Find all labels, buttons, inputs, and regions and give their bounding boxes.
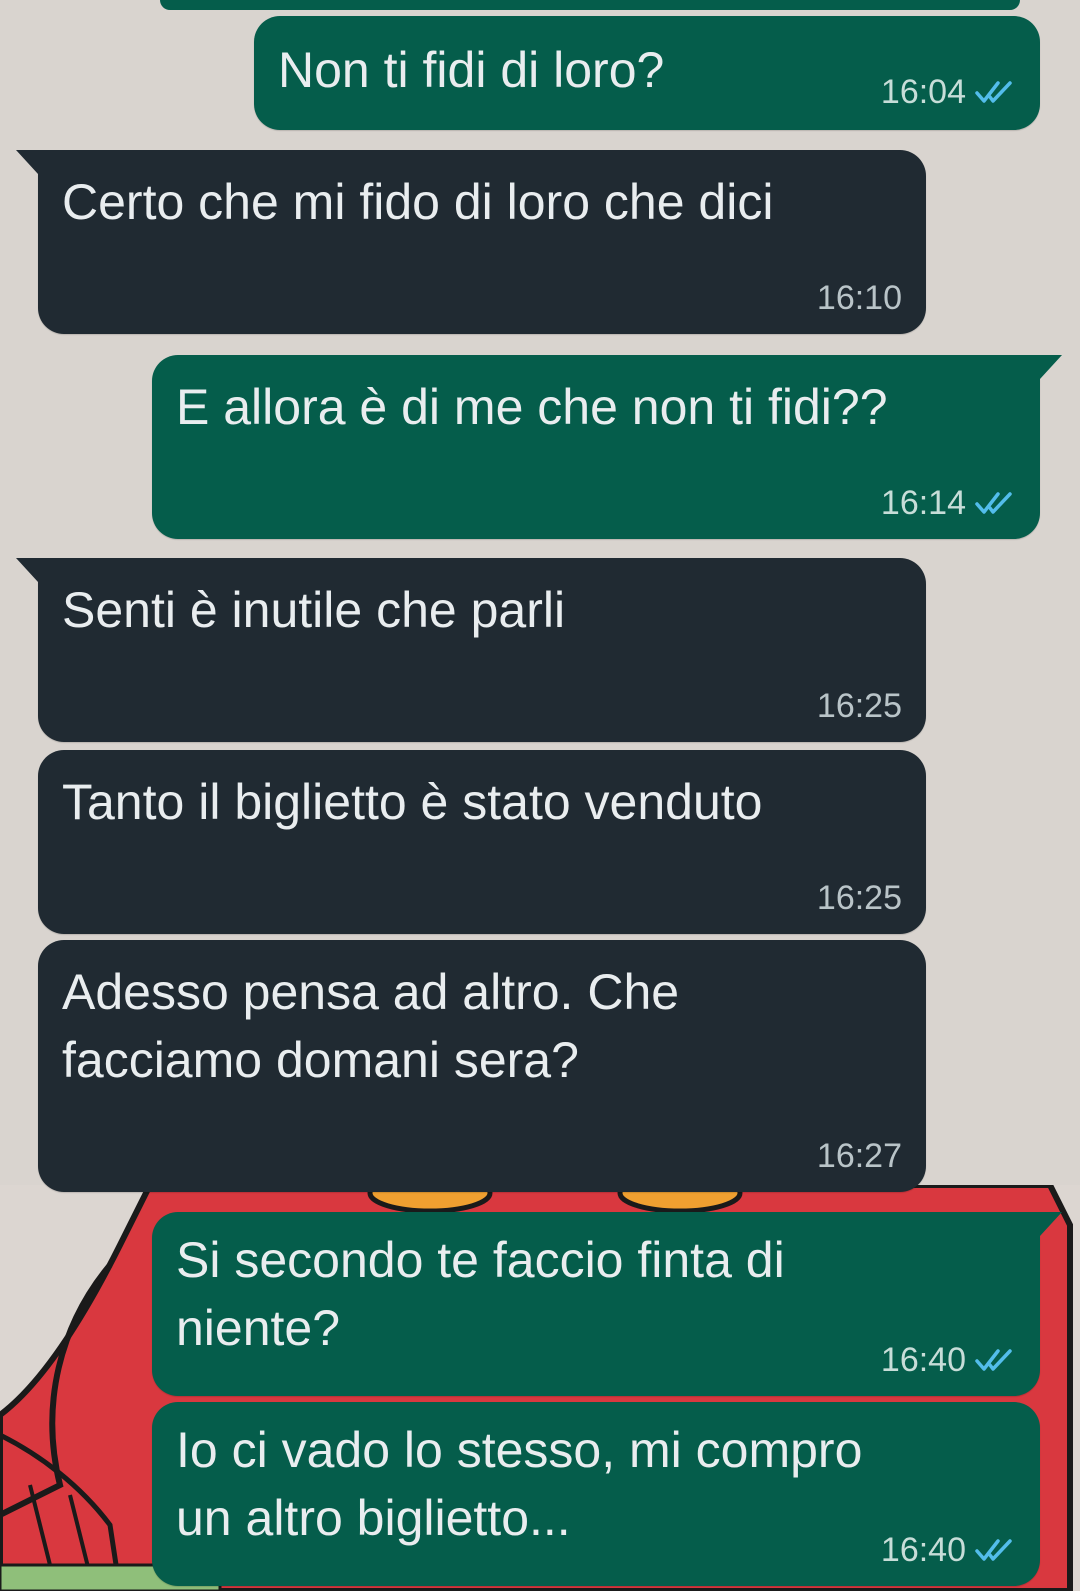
message-text: Tanto il biglietto è stato venduto xyxy=(62,774,763,830)
bubble-tail xyxy=(16,558,38,582)
bubble-tail xyxy=(1040,355,1062,379)
message-meta: 16:14 xyxy=(881,483,1016,523)
previous-message-bubble-edge xyxy=(160,0,1020,10)
message-meta: 16:04 xyxy=(881,72,1016,112)
message-meta: 16:27 xyxy=(817,1136,902,1176)
message-time: 16:10 xyxy=(816,279,902,317)
double-check-icon xyxy=(975,492,1012,514)
message-meta: 16:25 xyxy=(817,878,902,918)
message-time: 16:25 xyxy=(816,687,902,725)
message-text: Adesso pensa ad altro. Che facciamo doma… xyxy=(62,964,680,1088)
double-check-icon xyxy=(975,1349,1012,1371)
message-text: Senti è inutile che parli xyxy=(62,582,566,638)
message-bubble-incoming[interactable]: Senti è inutile che parli 16:25 xyxy=(16,558,926,742)
message-meta: 16:40 xyxy=(881,1530,1016,1570)
message-bubble-incoming[interactable]: Certo che mi fido di loro che dici 16:10 xyxy=(16,150,926,334)
message-meta: 16:10 xyxy=(817,278,902,318)
double-check-icon xyxy=(975,1539,1012,1561)
chat-conversation: Non ti fidi di loro? 16:04 Certo che mi … xyxy=(0,0,1080,1591)
message-time: 16:04 xyxy=(880,73,966,111)
message-time: 16:40 xyxy=(880,1341,966,1379)
message-bubble-outgoing[interactable]: Io ci vado lo stesso, mi compro un altro… xyxy=(152,1402,1040,1586)
message-meta: 16:25 xyxy=(817,686,902,726)
message-text: Certo che mi fido di loro che dici xyxy=(62,174,774,230)
message-bubble-incoming[interactable]: Adesso pensa ad altro. Che facciamo doma… xyxy=(38,940,926,1192)
message-text: Non ti fidi di loro? xyxy=(278,42,665,98)
message-bubble-outgoing[interactable]: Non ti fidi di loro? 16:04 xyxy=(254,16,1040,130)
message-meta: 16:40 xyxy=(881,1340,1016,1380)
message-text: Si secondo te faccio finta di niente? xyxy=(176,1232,785,1356)
message-time: 16:40 xyxy=(880,1531,966,1569)
bubble-tail xyxy=(16,150,38,174)
message-text: Io ci vado lo stesso, mi compro un altro… xyxy=(176,1422,863,1546)
message-text: E allora è di me che non ti fidi?? xyxy=(176,379,888,435)
message-time: 16:27 xyxy=(816,1137,902,1175)
message-bubble-outgoing[interactable]: Si secondo te faccio finta di niente? 16… xyxy=(152,1212,1062,1396)
message-time: 16:25 xyxy=(816,879,902,917)
bubble-tail xyxy=(1040,1212,1062,1236)
double-check-icon xyxy=(975,81,1012,103)
message-bubble-incoming[interactable]: Tanto il biglietto è stato venduto 16:25 xyxy=(38,750,926,934)
message-time: 16:14 xyxy=(880,484,966,522)
message-bubble-outgoing[interactable]: E allora è di me che non ti fidi?? 16:14 xyxy=(152,355,1062,539)
